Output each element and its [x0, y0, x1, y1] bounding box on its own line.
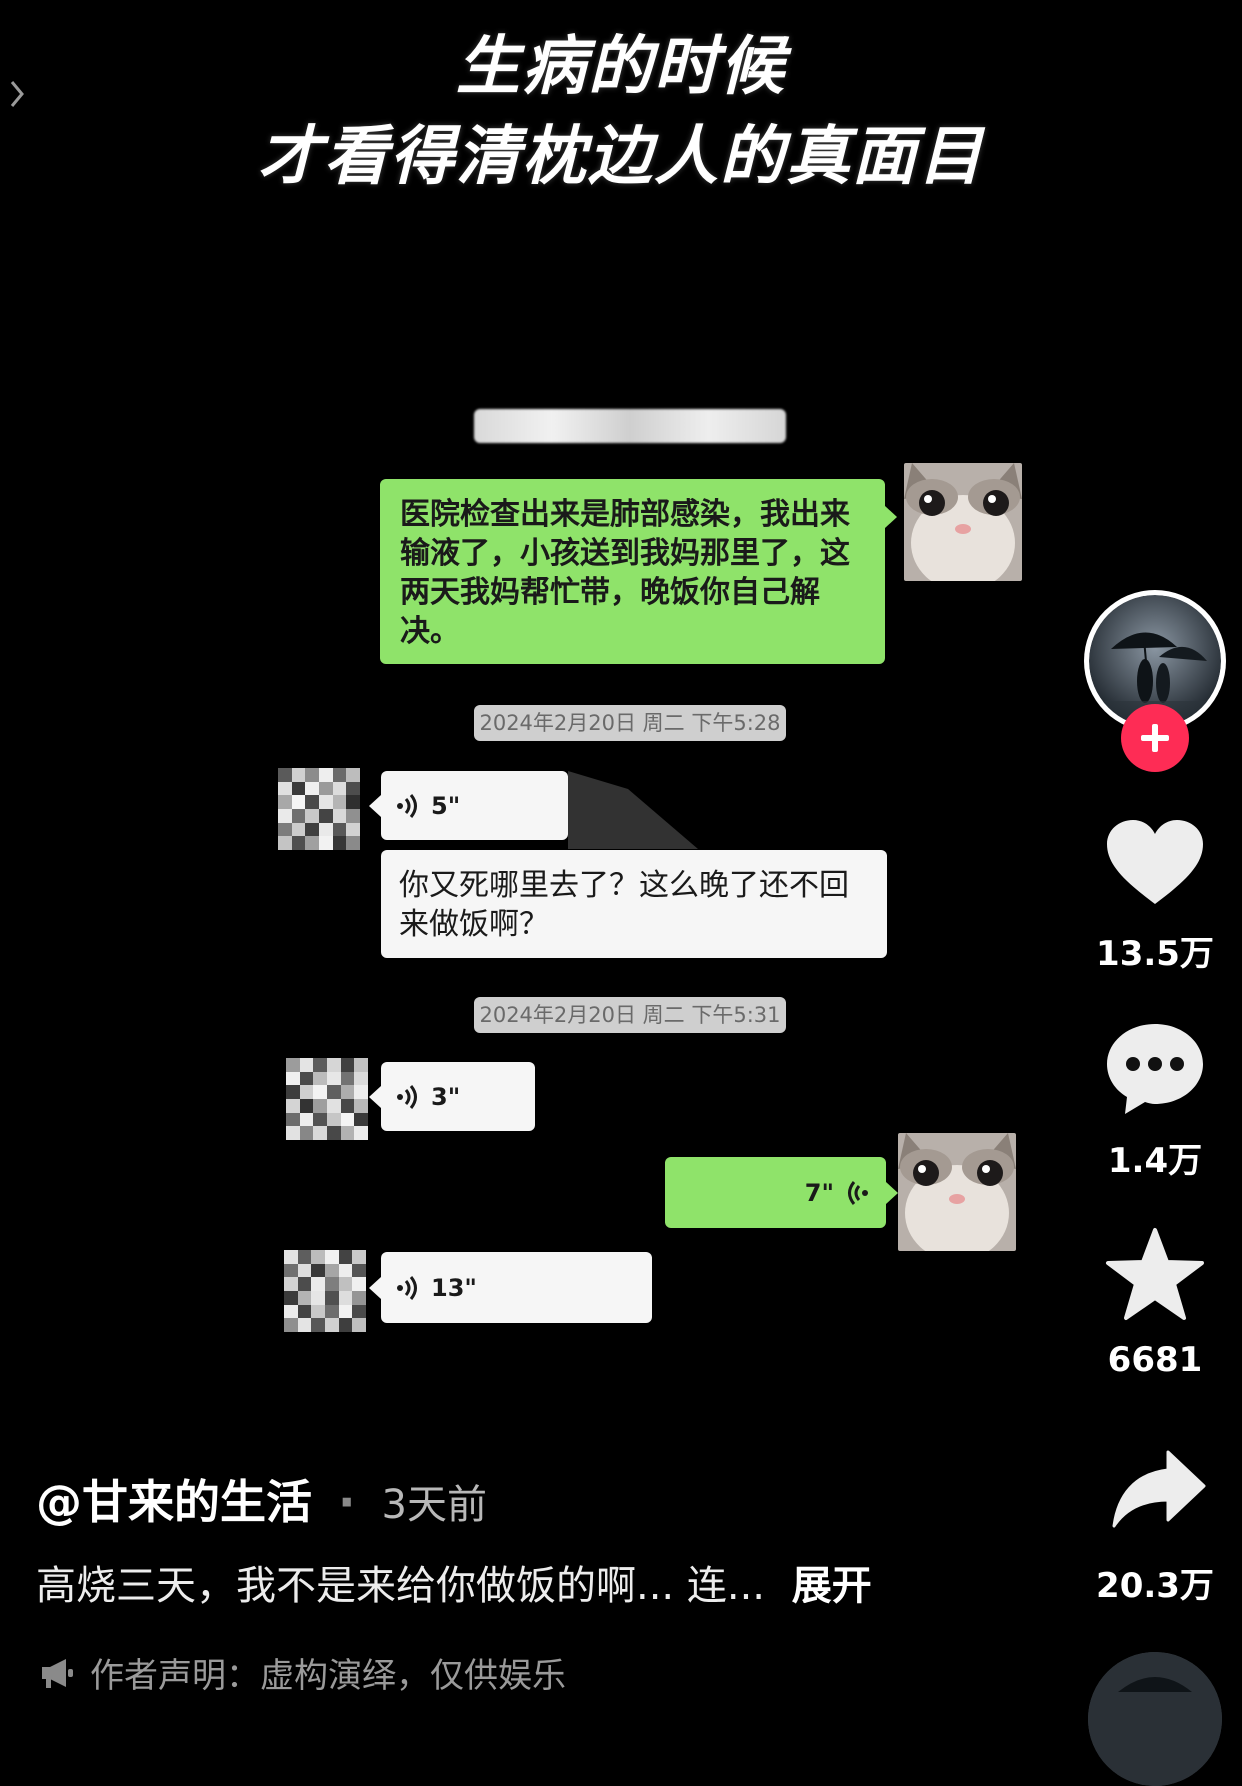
avatar-other-mosaic: [278, 768, 360, 850]
voice-message[interactable]: 13": [381, 1252, 652, 1323]
megaphone-icon: [42, 1658, 73, 1688]
timestamp: 2024年2月20日 周二 下午5:28: [474, 705, 786, 741]
blurred-header-bar: [474, 409, 786, 443]
expand-button[interactable]: 展开: [792, 1563, 872, 1609]
share-count: 20.3万: [1096, 1566, 1214, 1606]
avatar-other-mosaic: [284, 1250, 366, 1332]
title-line-1: 生病的时候: [456, 30, 786, 104]
heart-icon[interactable]: [1105, 818, 1205, 908]
author-name[interactable]: @甘来的生活: [36, 1475, 312, 1529]
caption[interactable]: 高烧三天，我不是来给你做饭的啊... 连... 展开: [36, 1553, 872, 1611]
avatar-self: [904, 463, 1022, 581]
message-text: 你又死哪里去了？这么晚了还不回来做饭啊？: [399, 868, 849, 942]
avatar-other-mosaic: [286, 1058, 368, 1140]
video-overlay-title: 生病的时候 才看得清枕边人的真面目: [0, 22, 1242, 202]
chat-bubble-self: 医院检查出来是肺部感染，我出来输液了，小孩送到我妈那里了，这两天我妈帮忙带，晚饭…: [380, 479, 885, 664]
chat-bubble-other: 你又死哪里去了？这么晚了还不回来做饭啊？: [381, 850, 887, 958]
plus-icon: [1141, 724, 1169, 752]
overlay-artifact: [568, 771, 698, 849]
disclaimer-text: 作者声明：虚构演绎，仅供娱乐: [90, 1656, 566, 1696]
author-disclaimer: 作者声明：虚构演绎，仅供娱乐: [40, 1648, 566, 1697]
star-icon[interactable]: [1105, 1227, 1205, 1322]
voice-duration: 5": [431, 791, 461, 820]
voice-wave-icon: [397, 1084, 417, 1109]
bubble-tail: [886, 1182, 898, 1204]
separator-dot: ·: [338, 1475, 356, 1529]
bubble-tail: [885, 506, 897, 528]
title-line-2: 才看得清枕边人的真面目: [258, 120, 984, 194]
like-count: 13.5万: [1096, 934, 1214, 974]
timestamp: 2024年2月20日 周二 下午5:31: [474, 997, 786, 1033]
share-icon[interactable]: [1110, 1448, 1206, 1528]
voice-duration: 13": [431, 1273, 477, 1302]
comment-icon[interactable]: [1105, 1020, 1205, 1116]
follow-button[interactable]: [1121, 704, 1189, 772]
voice-wave-icon: [848, 1180, 868, 1205]
message-text: 医院检查出来是肺部感染，我出来输液了，小孩送到我妈那里了，这两天我妈帮忙带，晚饭…: [400, 497, 850, 649]
post-time: 3天前: [381, 1482, 487, 1528]
bubble-tail: [369, 1277, 381, 1299]
voice-message-self[interactable]: 7": [665, 1157, 886, 1228]
avatar-self: [898, 1133, 1016, 1251]
voice-wave-icon: [397, 1275, 417, 1300]
author-line: @甘来的生活 · 3天前: [36, 1466, 487, 1532]
favorite-count: 6681: [1107, 1340, 1203, 1380]
bubble-tail: [369, 795, 381, 817]
bubble-tail: [369, 1086, 381, 1108]
voice-message[interactable]: 3": [381, 1062, 535, 1131]
voice-duration: 7": [804, 1178, 834, 1207]
voice-wave-icon: [397, 793, 417, 818]
voice-message[interactable]: 5": [381, 771, 568, 840]
music-disc-avatar[interactable]: [1088, 1652, 1222, 1786]
comment-count: 1.4万: [1107, 1141, 1203, 1181]
caption-text: 高烧三天，我不是来给你做饭的啊... 连...: [36, 1563, 766, 1609]
voice-duration: 3": [431, 1082, 461, 1111]
